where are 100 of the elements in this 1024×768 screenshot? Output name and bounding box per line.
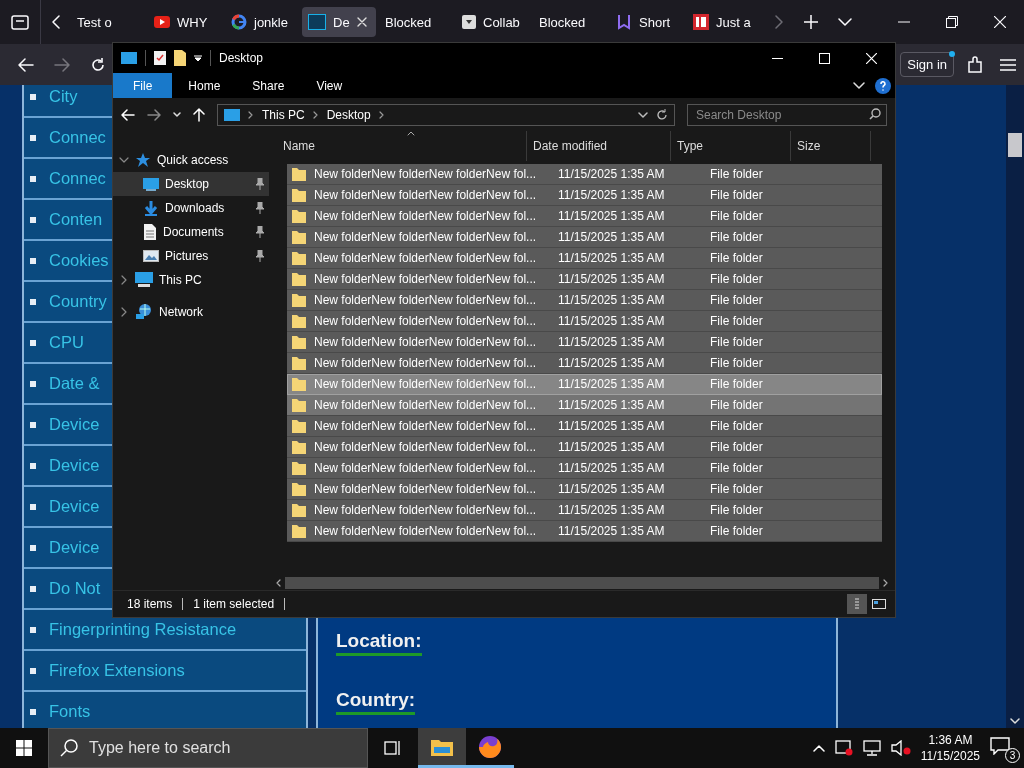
forward-icon[interactable] xyxy=(54,57,70,72)
scrollbar-thumb[interactable] xyxy=(1008,133,1022,157)
sidebar-link[interactable]: Firefox Extensions xyxy=(49,661,185,680)
file-row[interactable]: New folderNew folderNew folderNew fol... 11/15/2025 1:35 AM File folder xyxy=(287,416,882,437)
up-icon[interactable] xyxy=(193,107,205,122)
ribbon-tab[interactable]: Home xyxy=(172,73,237,98)
breadcrumb-item[interactable]: Desktop xyxy=(326,107,371,122)
sidebar-link[interactable]: Conten xyxy=(49,210,103,229)
chevron-up-icon[interactable] xyxy=(812,744,825,752)
nav-pane-item[interactable]: Downloads xyxy=(113,196,269,220)
sidebar-link[interactable]: Cookies xyxy=(49,251,109,270)
file-row[interactable]: New folderNew folderNew folderNew fol... 11/15/2025 1:35 AM File folder xyxy=(287,311,882,332)
sidebar-link[interactable]: City xyxy=(49,87,78,106)
file-row[interactable]: New folderNew folderNew folderNew fol... 11/15/2025 1:35 AM File folder xyxy=(287,269,882,290)
maximize-icon[interactable] xyxy=(819,52,830,64)
nav-pane-item[interactable]: Desktop xyxy=(113,172,269,196)
nav-pane-item[interactable]: Quick access xyxy=(113,148,269,172)
file-row[interactable]: New folderNew folderNew folderNew fol... 11/15/2025 1:35 AM File folder xyxy=(287,164,882,185)
reload-icon[interactable] xyxy=(90,56,106,73)
sidebar-link[interactable]: Country xyxy=(49,292,107,311)
scrollbar[interactable] xyxy=(1006,85,1024,728)
sidebar-link[interactable]: CPU xyxy=(49,333,84,352)
clock[interactable]: 1:36 AM 11/15/2025 xyxy=(920,732,980,764)
sidebar-link[interactable]: Connec xyxy=(49,169,106,188)
folder-icon[interactable] xyxy=(174,50,186,66)
forward-icon[interactable] xyxy=(147,108,161,121)
file-row[interactable]: New folderNew folderNew folderNew fol... 11/15/2025 1:35 AM File folder xyxy=(287,332,882,353)
browser-tab[interactable]: Short xyxy=(610,7,684,37)
security-icon[interactable] xyxy=(834,740,853,756)
dropdown-icon[interactable] xyxy=(838,18,852,26)
chevron-left-icon[interactable] xyxy=(51,15,61,29)
sidebar-link[interactable]: Fonts xyxy=(49,702,91,721)
file-row[interactable]: New folderNew folderNew folderNew fol... 11/15/2025 1:35 AM File folder xyxy=(287,290,882,311)
back-icon[interactable] xyxy=(18,57,34,72)
file-row[interactable]: New folderNew folderNew folderNew fol... 11/15/2025 1:35 AM File folder xyxy=(287,248,882,269)
sidebar-link[interactable]: Date & xyxy=(49,374,100,393)
file-row[interactable]: New folderNew folderNew folderNew fol... 11/15/2025 1:35 AM File folder xyxy=(287,458,882,479)
recent-locations-icon[interactable] xyxy=(173,111,181,118)
sidebar-link[interactable]: Do Not xyxy=(49,579,101,598)
file-row[interactable]: New folderNew folderNew folderNew fol... 11/15/2025 1:35 AM File folder xyxy=(287,479,882,500)
details-icon xyxy=(855,598,859,610)
file-row[interactable]: New folderNew folderNew folderNew fol... 11/15/2025 1:35 AM File folder xyxy=(287,206,882,227)
dropdown-icon[interactable] xyxy=(194,54,202,62)
column-header[interactable]: Name xyxy=(271,131,527,161)
address-bar[interactable]: This PC Desktop xyxy=(217,103,675,126)
network-icon[interactable] xyxy=(862,740,881,756)
speaker-muted-icon[interactable] xyxy=(890,740,911,756)
plus-icon[interactable] xyxy=(804,15,818,29)
file-row[interactable]: New folderNew folderNew folderNew fol... 11/15/2025 1:35 AM File folder xyxy=(287,374,882,395)
column-header[interactable]: Type xyxy=(671,131,791,161)
chevron-down-icon[interactable] xyxy=(638,111,648,118)
chevron-down-icon[interactable] xyxy=(1010,718,1020,726)
sidebar-link[interactable]: Device xyxy=(49,456,100,475)
nav-pane-item[interactable]: This PC xyxy=(113,268,269,292)
file-row[interactable]: New folderNew folderNew folderNew fol... 11/15/2025 1:35 AM File folder xyxy=(287,437,882,458)
restore-icon[interactable] xyxy=(946,16,958,28)
nav-pane-item[interactable]: Pictures xyxy=(113,244,269,268)
search-field[interactable]: Type here to search xyxy=(48,728,368,768)
close-icon[interactable] xyxy=(356,17,367,27)
file-row[interactable]: New folderNew folderNew folderNew fol... 11/15/2025 1:35 AM File folder xyxy=(287,353,882,374)
column-header[interactable]: Size xyxy=(791,131,871,161)
file-row[interactable]: New folderNew folderNew folderNew fol... 11/15/2025 1:35 AM File folder xyxy=(287,500,882,521)
horizontal-scrollbar[interactable] xyxy=(275,576,889,590)
file-row[interactable]: New folderNew folderNew folderNew fol... 11/15/2025 1:35 AM File folder xyxy=(287,185,882,206)
ribbon-tab[interactable]: View xyxy=(300,73,359,98)
browser-tab[interactable]: Just a xyxy=(687,7,761,37)
search-field[interactable]: Search Desktop xyxy=(687,103,887,126)
file-row[interactable]: New folderNew folderNew folderNew fol... 11/15/2025 1:35 AM File folder xyxy=(287,227,882,248)
chevron-down-icon[interactable] xyxy=(853,81,865,90)
help-icon[interactable] xyxy=(875,77,891,94)
tab-list-icon[interactable] xyxy=(10,13,30,31)
ribbon-tab[interactable]: Share xyxy=(236,73,301,98)
extensions-icon[interactable] xyxy=(966,55,984,74)
sidebar-link[interactable]: Device xyxy=(49,497,100,516)
refresh-icon[interactable] xyxy=(656,108,668,121)
nav-pane-item[interactable]: Documents xyxy=(113,220,269,244)
menu-icon[interactable] xyxy=(1000,57,1016,72)
file-row[interactable]: New folderNew folderNew folderNew fol... 11/15/2025 1:35 AM File folder xyxy=(287,521,882,542)
sidebar-link[interactable]: Device xyxy=(49,538,100,557)
properties-icon[interactable] xyxy=(154,51,166,65)
browser-tab[interactable]: Test o xyxy=(71,7,145,37)
browser-tab[interactable]: Blocked xyxy=(533,7,607,37)
nav-pane-item[interactable]: Network xyxy=(113,300,269,324)
sidebar-link[interactable]: Fingerprinting Resistance xyxy=(49,620,237,639)
taskbar-app[interactable] xyxy=(418,728,466,768)
breadcrumb-item[interactable]: This PC xyxy=(262,107,305,122)
file-row[interactable]: New folderNew folderNew folderNew fol... 11/15/2025 1:35 AM File folder xyxy=(287,395,882,416)
browser-tab[interactable]: Collab xyxy=(456,7,530,37)
sidebar-link[interactable]: Device xyxy=(49,415,100,434)
browser-tab[interactable]: jonkle xyxy=(225,7,299,37)
table-cell-text: 11/15/2025 1:35 AM xyxy=(558,230,666,244)
sidebar-link[interactable]: Connec xyxy=(49,128,106,147)
browser-tab[interactable]: Blocked xyxy=(379,7,453,37)
browser-tab[interactable]: WHY xyxy=(148,7,222,37)
chevron-right-icon[interactable] xyxy=(774,15,784,29)
sign-in-button[interactable]: Sign in xyxy=(900,52,954,77)
browser-tab[interactable]: De xyxy=(302,7,376,37)
column-header[interactable]: Date modified xyxy=(527,131,671,161)
back-icon[interactable] xyxy=(121,108,135,121)
ribbon-tab[interactable]: File xyxy=(113,73,173,98)
